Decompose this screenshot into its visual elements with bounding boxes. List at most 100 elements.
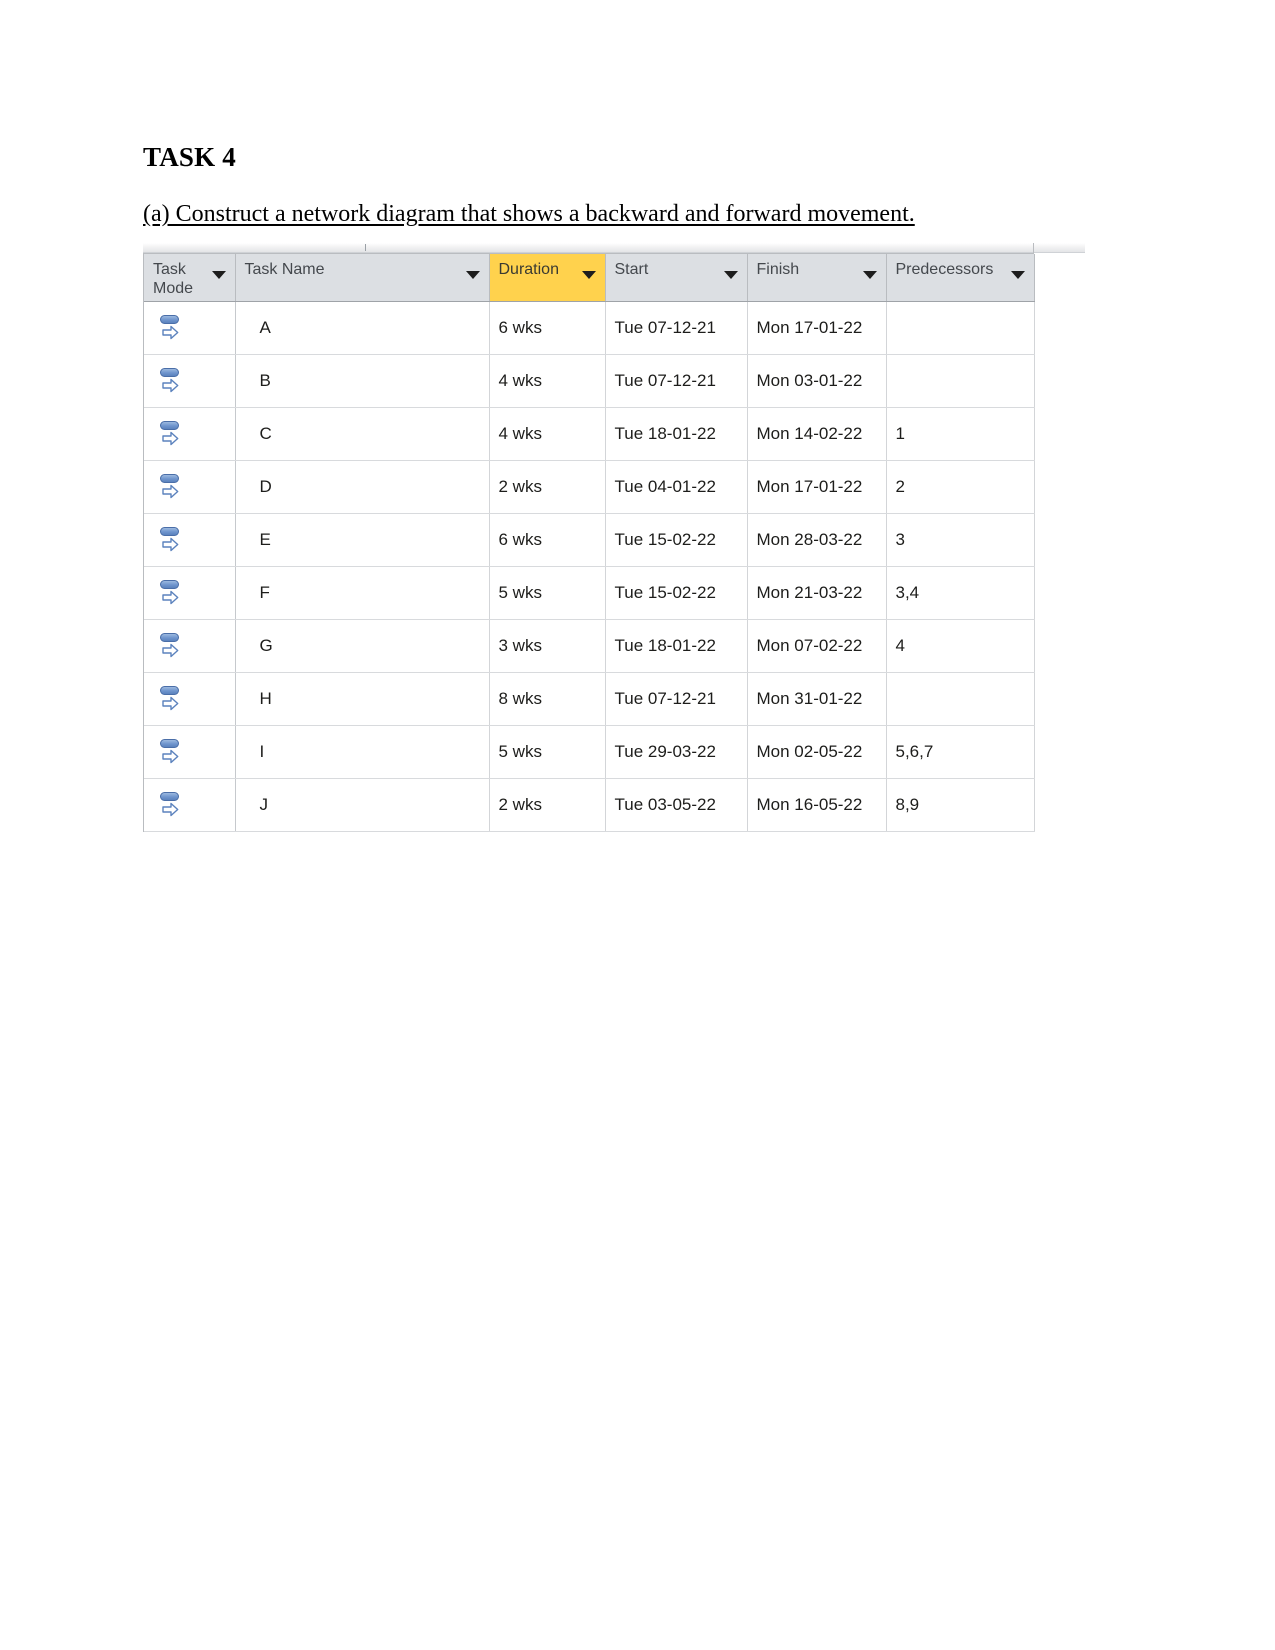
cell-task-mode[interactable] — [144, 725, 236, 779]
cell-start[interactable]: Tue 04-01-22 — [605, 460, 748, 514]
filter-dropdown-icon[interactable] — [581, 271, 596, 279]
column-header-task-mode[interactable]: Task Mode — [144, 254, 236, 302]
cell-predecessors[interactable]: 3 — [886, 513, 1035, 567]
question-prompt: (a) Construct a network diagram that sho… — [143, 201, 915, 227]
cell-predecessors[interactable]: 8,9 — [886, 778, 1035, 832]
cell-task-name[interactable]: I — [235, 725, 490, 779]
table-row[interactable]: I5 wks Tue 29-03-22 Mon 02-05-22 5,6,7 — [144, 725, 1035, 779]
cell-finish[interactable]: Mon 28-03-22 — [747, 513, 887, 567]
cell-duration[interactable]: 2 wks — [489, 460, 606, 514]
cell-finish[interactable]: Mon 07-02-22 — [747, 619, 887, 673]
cell-finish[interactable]: Mon 17-01-22 — [747, 301, 887, 355]
column-header-duration[interactable]: Duration — [489, 254, 606, 302]
cell-start[interactable]: Tue 03-05-22 — [605, 778, 748, 832]
cell-task-mode[interactable] — [144, 407, 236, 461]
table-row[interactable]: J2 wks Tue 03-05-22 Mon 16-05-22 8,9 — [144, 778, 1035, 832]
cell-duration[interactable]: 6 wks — [489, 301, 606, 355]
task-mode-bar — [160, 527, 179, 536]
cell-duration[interactable]: 4 wks — [489, 354, 606, 408]
cell-start[interactable]: Tue 18-01-22 — [605, 619, 748, 673]
task-mode-bar — [160, 368, 179, 377]
table-row[interactable]: H8 wks Tue 07-12-21 Mon 31-01-22 — [144, 672, 1035, 726]
cell-predecessors[interactable]: 1 — [886, 407, 1035, 461]
table-row[interactable]: D2 wks Tue 04-01-22 Mon 17-01-22 2 — [144, 460, 1035, 514]
page-title: TASK 4 — [143, 142, 236, 172]
cell-task-name[interactable]: B — [235, 354, 490, 408]
cell-task-mode[interactable] — [144, 672, 236, 726]
cell-task-name[interactable]: J — [235, 778, 490, 832]
task-mode-arrow — [162, 590, 179, 605]
filter-dropdown-icon[interactable] — [862, 271, 877, 279]
auto-scheduled-task-mode-icon — [158, 420, 184, 448]
filter-dropdown-icon[interactable] — [1010, 271, 1025, 279]
cell-task-name[interactable]: A — [235, 301, 490, 355]
project-table-screenshot: Task Mode Task Name Duration Start Finis… — [143, 243, 1085, 835]
cell-task-mode[interactable] — [144, 460, 236, 514]
cell-finish[interactable]: Mon 14-02-22 — [747, 407, 887, 461]
cell-finish[interactable]: Mon 02-05-22 — [747, 725, 887, 779]
column-header-start[interactable]: Start — [605, 254, 748, 302]
cell-start[interactable]: Tue 15-02-22 — [605, 513, 748, 567]
cell-predecessors[interactable]: 3,4 — [886, 566, 1035, 620]
cell-start[interactable]: Tue 15-02-22 — [605, 566, 748, 620]
column-header-predecessors[interactable]: Predecessors — [886, 254, 1035, 302]
document-page: TASK 4 (a) Construct a network diagram t… — [0, 0, 1275, 1650]
cell-finish[interactable]: Mon 16-05-22 — [747, 778, 887, 832]
cell-task-name[interactable]: C — [235, 407, 490, 461]
cell-predecessors[interactable]: 4 — [886, 619, 1035, 673]
column-header-finish[interactable]: Finish — [747, 254, 887, 302]
cell-task-name[interactable]: D — [235, 460, 490, 514]
task-mode-bar — [160, 315, 179, 324]
auto-scheduled-task-mode-icon — [158, 738, 184, 766]
cell-finish[interactable]: Mon 31-01-22 — [747, 672, 887, 726]
filter-dropdown-icon[interactable] — [211, 271, 226, 279]
table-row[interactable]: C4 wks Tue 18-01-22 Mon 14-02-22 1 — [144, 407, 1035, 461]
cell-duration[interactable]: 5 wks — [489, 725, 606, 779]
cell-start[interactable]: Tue 18-01-22 — [605, 407, 748, 461]
task-mode-bar — [160, 421, 179, 430]
cell-task-name[interactable]: H — [235, 672, 490, 726]
cell-finish[interactable]: Mon 21-03-22 — [747, 566, 887, 620]
cell-task-name[interactable]: G — [235, 619, 490, 673]
column-header-task-name[interactable]: Task Name — [235, 254, 490, 302]
cell-duration[interactable]: 4 wks — [489, 407, 606, 461]
column-header-task-name-label: Task Name — [244, 261, 325, 278]
cell-predecessors[interactable] — [886, 301, 1035, 355]
cell-start[interactable]: Tue 07-12-21 — [605, 354, 748, 408]
table-row[interactable]: B4 wks Tue 07-12-21 Mon 03-01-22 — [144, 354, 1035, 408]
cell-start[interactable]: Tue 29-03-22 — [605, 725, 748, 779]
filter-dropdown-icon[interactable] — [723, 271, 738, 279]
task-mode-arrow — [162, 484, 179, 499]
cell-duration[interactable]: 8 wks — [489, 672, 606, 726]
cell-start[interactable]: Tue 07-12-21 — [605, 672, 748, 726]
table-row[interactable]: F5 wks Tue 15-02-22 Mon 21-03-22 3,4 — [144, 566, 1035, 620]
task-mode-arrow — [162, 749, 179, 764]
cell-predecessors[interactable]: 2 — [886, 460, 1035, 514]
cell-task-mode[interactable] — [144, 778, 236, 832]
cell-duration[interactable]: 5 wks — [489, 566, 606, 620]
table-header-row: Task Mode Task Name Duration Start Finis… — [144, 254, 1035, 302]
cell-predecessors[interactable] — [886, 354, 1035, 408]
cell-task-mode[interactable] — [144, 619, 236, 673]
table-row[interactable]: G3 wks Tue 18-01-22 Mon 07-02-22 4 — [144, 619, 1035, 673]
table-row[interactable]: E6 wks Tue 15-02-22 Mon 28-03-22 3 — [144, 513, 1035, 567]
task-mode-bar — [160, 792, 179, 801]
cell-start[interactable]: Tue 07-12-21 — [605, 301, 748, 355]
cell-finish[interactable]: Mon 03-01-22 — [747, 354, 887, 408]
cell-task-mode[interactable] — [144, 301, 236, 355]
task-mode-bar — [160, 474, 179, 483]
cell-predecessors[interactable] — [886, 672, 1035, 726]
cell-predecessors[interactable]: 5,6,7 — [886, 725, 1035, 779]
cell-duration[interactable]: 3 wks — [489, 619, 606, 673]
task-mode-arrow — [162, 325, 179, 340]
table-row[interactable]: A6 wks Tue 07-12-21 Mon 17-01-22 — [144, 301, 1035, 355]
cell-task-mode[interactable] — [144, 354, 236, 408]
cell-task-mode[interactable] — [144, 513, 236, 567]
cell-task-name[interactable]: E — [235, 513, 490, 567]
cell-duration[interactable]: 6 wks — [489, 513, 606, 567]
cell-duration[interactable]: 2 wks — [489, 778, 606, 832]
filter-dropdown-icon[interactable] — [465, 271, 480, 279]
cell-task-name[interactable]: F — [235, 566, 490, 620]
cell-task-mode[interactable] — [144, 566, 236, 620]
cell-finish[interactable]: Mon 17-01-22 — [747, 460, 887, 514]
